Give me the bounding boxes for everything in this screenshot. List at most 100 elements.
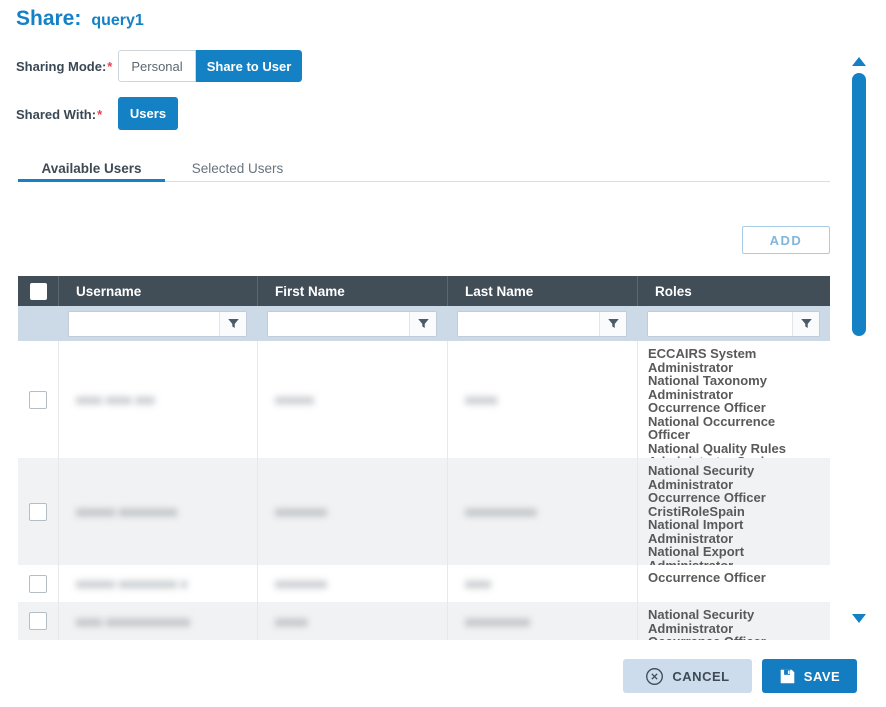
role-item: Occurrence Officer: [648, 571, 820, 585]
scrollbar-up-arrow-icon[interactable]: [852, 57, 866, 66]
row-checkbox[interactable]: [29, 503, 47, 521]
redacted-text: xxxxxxxxxx: [465, 614, 530, 629]
row-checkbox[interactable]: [29, 575, 47, 593]
redacted-text: xxxxx: [465, 392, 498, 407]
active-tab-underline: [18, 179, 165, 182]
last-name-cell: xxxx: [447, 565, 637, 602]
query-name: query1: [91, 12, 143, 30]
table-row: xxxx xxxx xxxxxxxxxxxxxxECCAIRS System A…: [18, 341, 830, 458]
sharing-mode-label: Sharing Mode:*: [16, 59, 112, 74]
available-users-table: UsernameFirst NameLast NameRoles xxxx xx…: [18, 276, 830, 640]
save-button[interactable]: SAVE: [762, 659, 857, 693]
role-item: National Import Administrator: [648, 518, 820, 545]
column-header-first-name: First Name: [257, 276, 447, 306]
select-all-checkbox[interactable]: [30, 283, 47, 300]
funnel-icon[interactable]: [409, 312, 436, 336]
role-item: ECCAIRS System Administrator: [648, 347, 820, 374]
role-item: Occurrence Officer: [648, 635, 820, 640]
filter-group: [267, 311, 437, 337]
filter-group: [68, 311, 247, 337]
scrollbar-thumb[interactable]: [852, 73, 866, 336]
required-asterisk: *: [97, 107, 102, 122]
last-name-cell: xxxxxxxxxxx: [447, 458, 637, 565]
first-name-cell: xxxxxxxx: [257, 458, 447, 565]
row-checkbox-cell: [18, 458, 58, 565]
role-item: National Security Administrator: [648, 464, 820, 491]
first-name-cell: xxxxxxxx: [257, 565, 447, 602]
first-name-cell: xxxxx: [257, 602, 447, 640]
users-button[interactable]: Users: [118, 97, 178, 130]
select-all-cell: [18, 276, 58, 306]
personal-button[interactable]: Personal: [118, 50, 196, 82]
funnel-icon[interactable]: [599, 312, 626, 336]
circle-x-icon: [645, 667, 664, 686]
redacted-text: xxxxxx xxxxxxxxx x: [76, 576, 187, 591]
role-item: National Security Administrator: [648, 608, 820, 635]
username-cell: xxxx xxxx xxx: [58, 341, 257, 458]
filter-group: [457, 311, 627, 337]
save-button-label: SAVE: [804, 669, 840, 684]
scrollbar-down-arrow-icon[interactable]: [852, 614, 866, 623]
row-checkbox-cell: [18, 565, 58, 602]
username-cell: xxxxxx xxxxxxxxx: [58, 458, 257, 565]
cancel-button[interactable]: CANCEL: [623, 659, 752, 693]
filter-input-roles[interactable]: [648, 312, 792, 336]
first-name-cell: xxxxxx: [257, 341, 447, 458]
redacted-text: xxxxxx xxxxxxxxx: [76, 504, 177, 519]
roles-cell: National Security AdministratorOccurrenc…: [637, 458, 830, 565]
role-item: Occurrence Officer: [648, 401, 820, 415]
floppy-disk-icon: [779, 668, 796, 685]
page-title-label: Share:: [16, 7, 81, 31]
filter-input-last-name[interactable]: [458, 312, 599, 336]
username-cell: xxxx xxxxxxxxxxxxx: [58, 602, 257, 640]
role-item: National Occurrence Officer: [648, 415, 820, 442]
table-row: xxxxxx xxxxxxxxx xxxxxxxxxxxxxOccurrence…: [18, 565, 830, 602]
redacted-text: xxxxxxxx: [275, 576, 327, 591]
shared-with-label: Shared With:*: [16, 107, 102, 122]
share-to-user-button[interactable]: Share to User: [196, 50, 302, 82]
column-header-roles: Roles: [637, 276, 830, 306]
redacted-text: xxxxxxxxxxx: [465, 504, 537, 519]
tab-selected-users[interactable]: Selected Users: [165, 155, 310, 181]
filter-input-username[interactable]: [69, 312, 219, 336]
table-header: UsernameFirst NameLast NameRoles: [18, 276, 830, 306]
role-item: National Export Administrator: [648, 545, 820, 565]
sharing-mode-toggle: Personal Share to User: [118, 50, 302, 82]
roles-cell: National Security AdministratorOccurrenc…: [637, 602, 830, 640]
filter-cell-last-name: [447, 306, 637, 341]
column-header-last-name: Last Name: [447, 276, 637, 306]
required-asterisk: *: [107, 59, 112, 74]
row-checkbox-cell: [18, 341, 58, 458]
redacted-text: xxxxx: [275, 614, 308, 629]
redacted-text: xxxx xxxxxxxxxxxxx: [76, 614, 190, 629]
filter-cell-roles: [637, 306, 830, 341]
row-checkbox[interactable]: [29, 391, 47, 409]
funnel-icon[interactable]: [219, 312, 246, 336]
funnel-icon[interactable]: [792, 312, 819, 336]
filter-input-first-name[interactable]: [268, 312, 409, 336]
column-header-username: Username: [58, 276, 257, 306]
roles-cell: ECCAIRS System AdministratorNational Tax…: [637, 341, 830, 458]
role-item: National Quality Rules Administrator Spa…: [648, 442, 820, 459]
tab-available-users[interactable]: Available Users: [18, 155, 165, 181]
role-item: CristiRoleSpain: [648, 505, 820, 519]
role-item: Occurrence Officer: [648, 491, 820, 505]
table-row: xxxxxx xxxxxxxxxxxxxxxxxxxxxxxxxxxxNatio…: [18, 458, 830, 565]
filter-cell-username: [58, 306, 257, 341]
row-checkbox-cell: [18, 602, 58, 640]
table-body: xxxx xxxx xxxxxxxxxxxxxxECCAIRS System A…: [18, 341, 830, 640]
filter-group: [647, 311, 820, 337]
row-checkbox[interactable]: [29, 612, 47, 630]
filter-cell-first-name: [257, 306, 447, 341]
username-cell: xxxxxx xxxxxxxxx x: [58, 565, 257, 602]
add-button[interactable]: ADD: [742, 226, 830, 254]
cancel-button-label: CANCEL: [672, 669, 729, 684]
table-row: xxxx xxxxxxxxxxxxxxxxxxxxxxxxxxxxNationa…: [18, 602, 830, 640]
redacted-text: xxxx xxxx xxx: [76, 392, 155, 407]
role-item: National Taxonomy Administrator: [648, 374, 820, 401]
share-dialog: Share: query1 Sharing Mode:* Personal Sh…: [0, 0, 886, 707]
redacted-text: xxxxxxxx: [275, 504, 327, 519]
filter-row: [18, 306, 830, 341]
last-name-cell: xxxxx: [447, 341, 637, 458]
roles-cell: Occurrence Officer: [637, 565, 830, 602]
